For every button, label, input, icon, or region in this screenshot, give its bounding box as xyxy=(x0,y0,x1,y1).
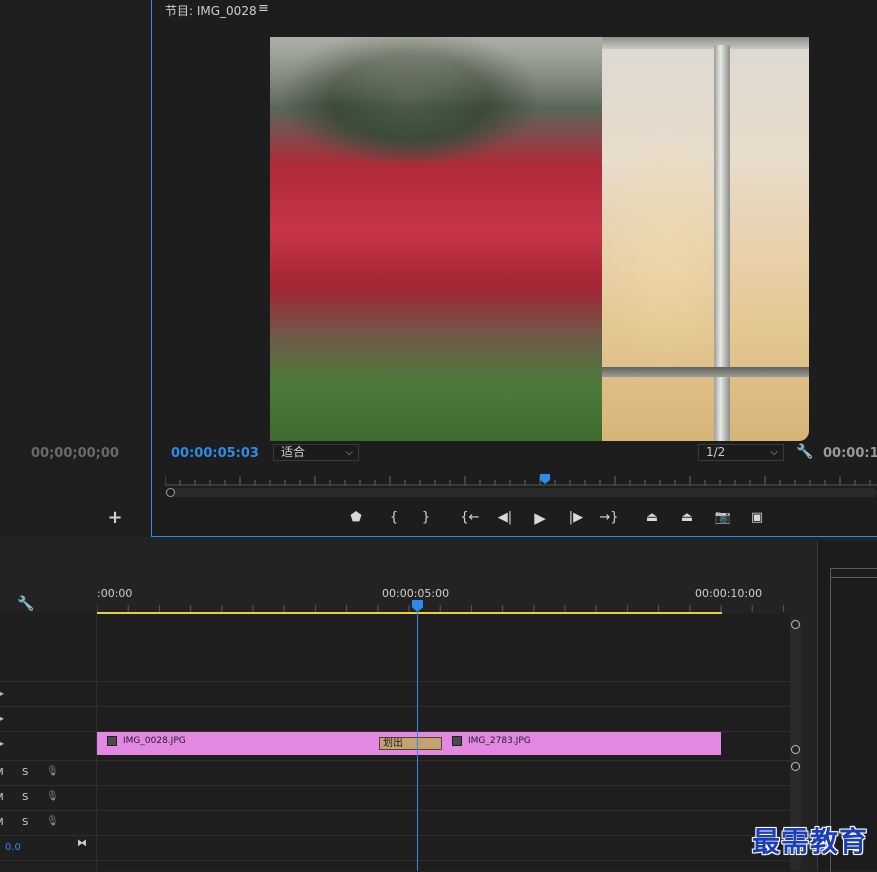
play-button[interactable]: ▶ xyxy=(529,508,551,528)
export-frame-button[interactable]: 📷 xyxy=(712,508,734,528)
add-button[interactable]: + xyxy=(106,509,124,527)
clip-img-2783[interactable]: IMG_2783.JPG xyxy=(408,732,721,755)
fx-badge-icon xyxy=(107,735,117,746)
clip-name: IMG_0028.JPG xyxy=(123,736,186,746)
compare-view-button[interactable]: ▣ xyxy=(746,508,768,528)
playback-resolution-dropdown[interactable]: 1/2 ⌵ xyxy=(698,444,784,461)
transition-wipe[interactable]: 划出 xyxy=(379,737,442,750)
resolution-value: 1/2 xyxy=(706,445,726,459)
zoom-fit-dropdown[interactable]: 适合 ⌵ xyxy=(273,444,359,461)
window-frame-vertical xyxy=(714,45,730,441)
program-duration-timecode[interactable]: 00:00:10 xyxy=(823,446,877,461)
track-divider xyxy=(0,835,790,836)
fx-badge-icon xyxy=(452,735,462,746)
track-expand-icon[interactable]: ▸ xyxy=(0,714,4,723)
clip-img-0028[interactable]: IMG_0028.JPG xyxy=(97,732,408,755)
track-divider xyxy=(0,810,790,811)
sky-haze xyxy=(270,37,602,107)
track-expand-icon[interactable]: ▸ xyxy=(0,689,4,698)
go-to-out-button[interactable]: →} xyxy=(598,508,620,528)
mute-button-a3[interactable]: M xyxy=(0,817,4,828)
window-frame-horizontal xyxy=(602,367,809,377)
mic-icon[interactable]: 🎙 xyxy=(46,766,59,777)
scrollbar-handle-video[interactable] xyxy=(791,745,800,754)
mark-out-button[interactable]: } xyxy=(415,508,437,528)
audio-meter-divider xyxy=(830,577,877,578)
window-frame-top xyxy=(602,37,809,49)
track-expand-icon[interactable]: ▸ xyxy=(0,739,4,748)
video-preview xyxy=(270,37,809,441)
add-marker-button[interactable]: ⬟ xyxy=(345,508,367,528)
timeline-settings-wrench-icon[interactable]: 🔧 xyxy=(17,596,34,612)
go-to-in-button[interactable]: {← xyxy=(459,508,481,528)
lift-button[interactable]: ⏏ xyxy=(641,508,663,528)
blossom-branches xyxy=(602,127,732,367)
extract-button[interactable]: ⏏ xyxy=(676,508,698,528)
ruler-label-start: :00:00 xyxy=(97,587,133,600)
settings-wrench-icon[interactable]: 🔧 xyxy=(796,444,813,460)
mute-button-a1[interactable]: M xyxy=(0,767,4,778)
playhead-line xyxy=(417,610,418,871)
track-divider xyxy=(0,706,790,707)
solo-button-a1[interactable]: S xyxy=(22,767,28,778)
scrollbar-handle[interactable] xyxy=(166,488,175,497)
step-back-button[interactable]: ◀| xyxy=(494,508,516,528)
track-divider xyxy=(0,785,790,786)
zoom-fit-value: 适合 xyxy=(281,445,306,459)
watermark-text: 最需教育 xyxy=(752,825,869,858)
ruler-label-mid: 00:00:05:00 xyxy=(382,587,450,600)
ruler-label-end: 00:00:10:00 xyxy=(695,587,763,600)
chevron-down-icon: ⌵ xyxy=(770,447,778,458)
solo-button-a3[interactable]: S xyxy=(22,817,28,828)
chevron-down-icon: ⌵ xyxy=(345,447,353,458)
program-time-ruler[interactable] xyxy=(165,472,877,486)
step-forward-button[interactable]: |▶ xyxy=(565,508,587,528)
scrollbar-handle-top[interactable] xyxy=(791,620,800,629)
bowtie-icon[interactable]: ⧓ xyxy=(77,838,87,849)
program-current-timecode[interactable]: 00:00:05:03 xyxy=(171,446,259,461)
work-area-bar[interactable] xyxy=(97,612,722,614)
mic-icon[interactable]: 🎙 xyxy=(46,791,59,802)
master-volume-value[interactable]: 0.0 xyxy=(5,842,21,853)
mute-button-a2[interactable]: M xyxy=(0,792,4,803)
solo-button-a2[interactable]: S xyxy=(22,792,28,803)
track-headers xyxy=(0,612,96,871)
track-divider xyxy=(0,760,790,761)
scrollbar-handle-audio[interactable] xyxy=(791,762,800,771)
program-zoom-scrollbar[interactable] xyxy=(165,488,877,497)
source-timecode[interactable]: 00;00;00;00 xyxy=(0,446,150,461)
program-monitor-title[interactable]: 节目: IMG_0028 xyxy=(165,2,257,19)
mic-icon[interactable]: 🎙 xyxy=(46,816,59,827)
mark-in-button[interactable]: { xyxy=(383,508,405,528)
track-divider xyxy=(0,681,790,682)
track-divider xyxy=(0,860,790,861)
panel-menu-icon[interactable]: ≡ xyxy=(258,1,269,16)
clip-name: IMG_2783.JPG xyxy=(468,736,531,746)
